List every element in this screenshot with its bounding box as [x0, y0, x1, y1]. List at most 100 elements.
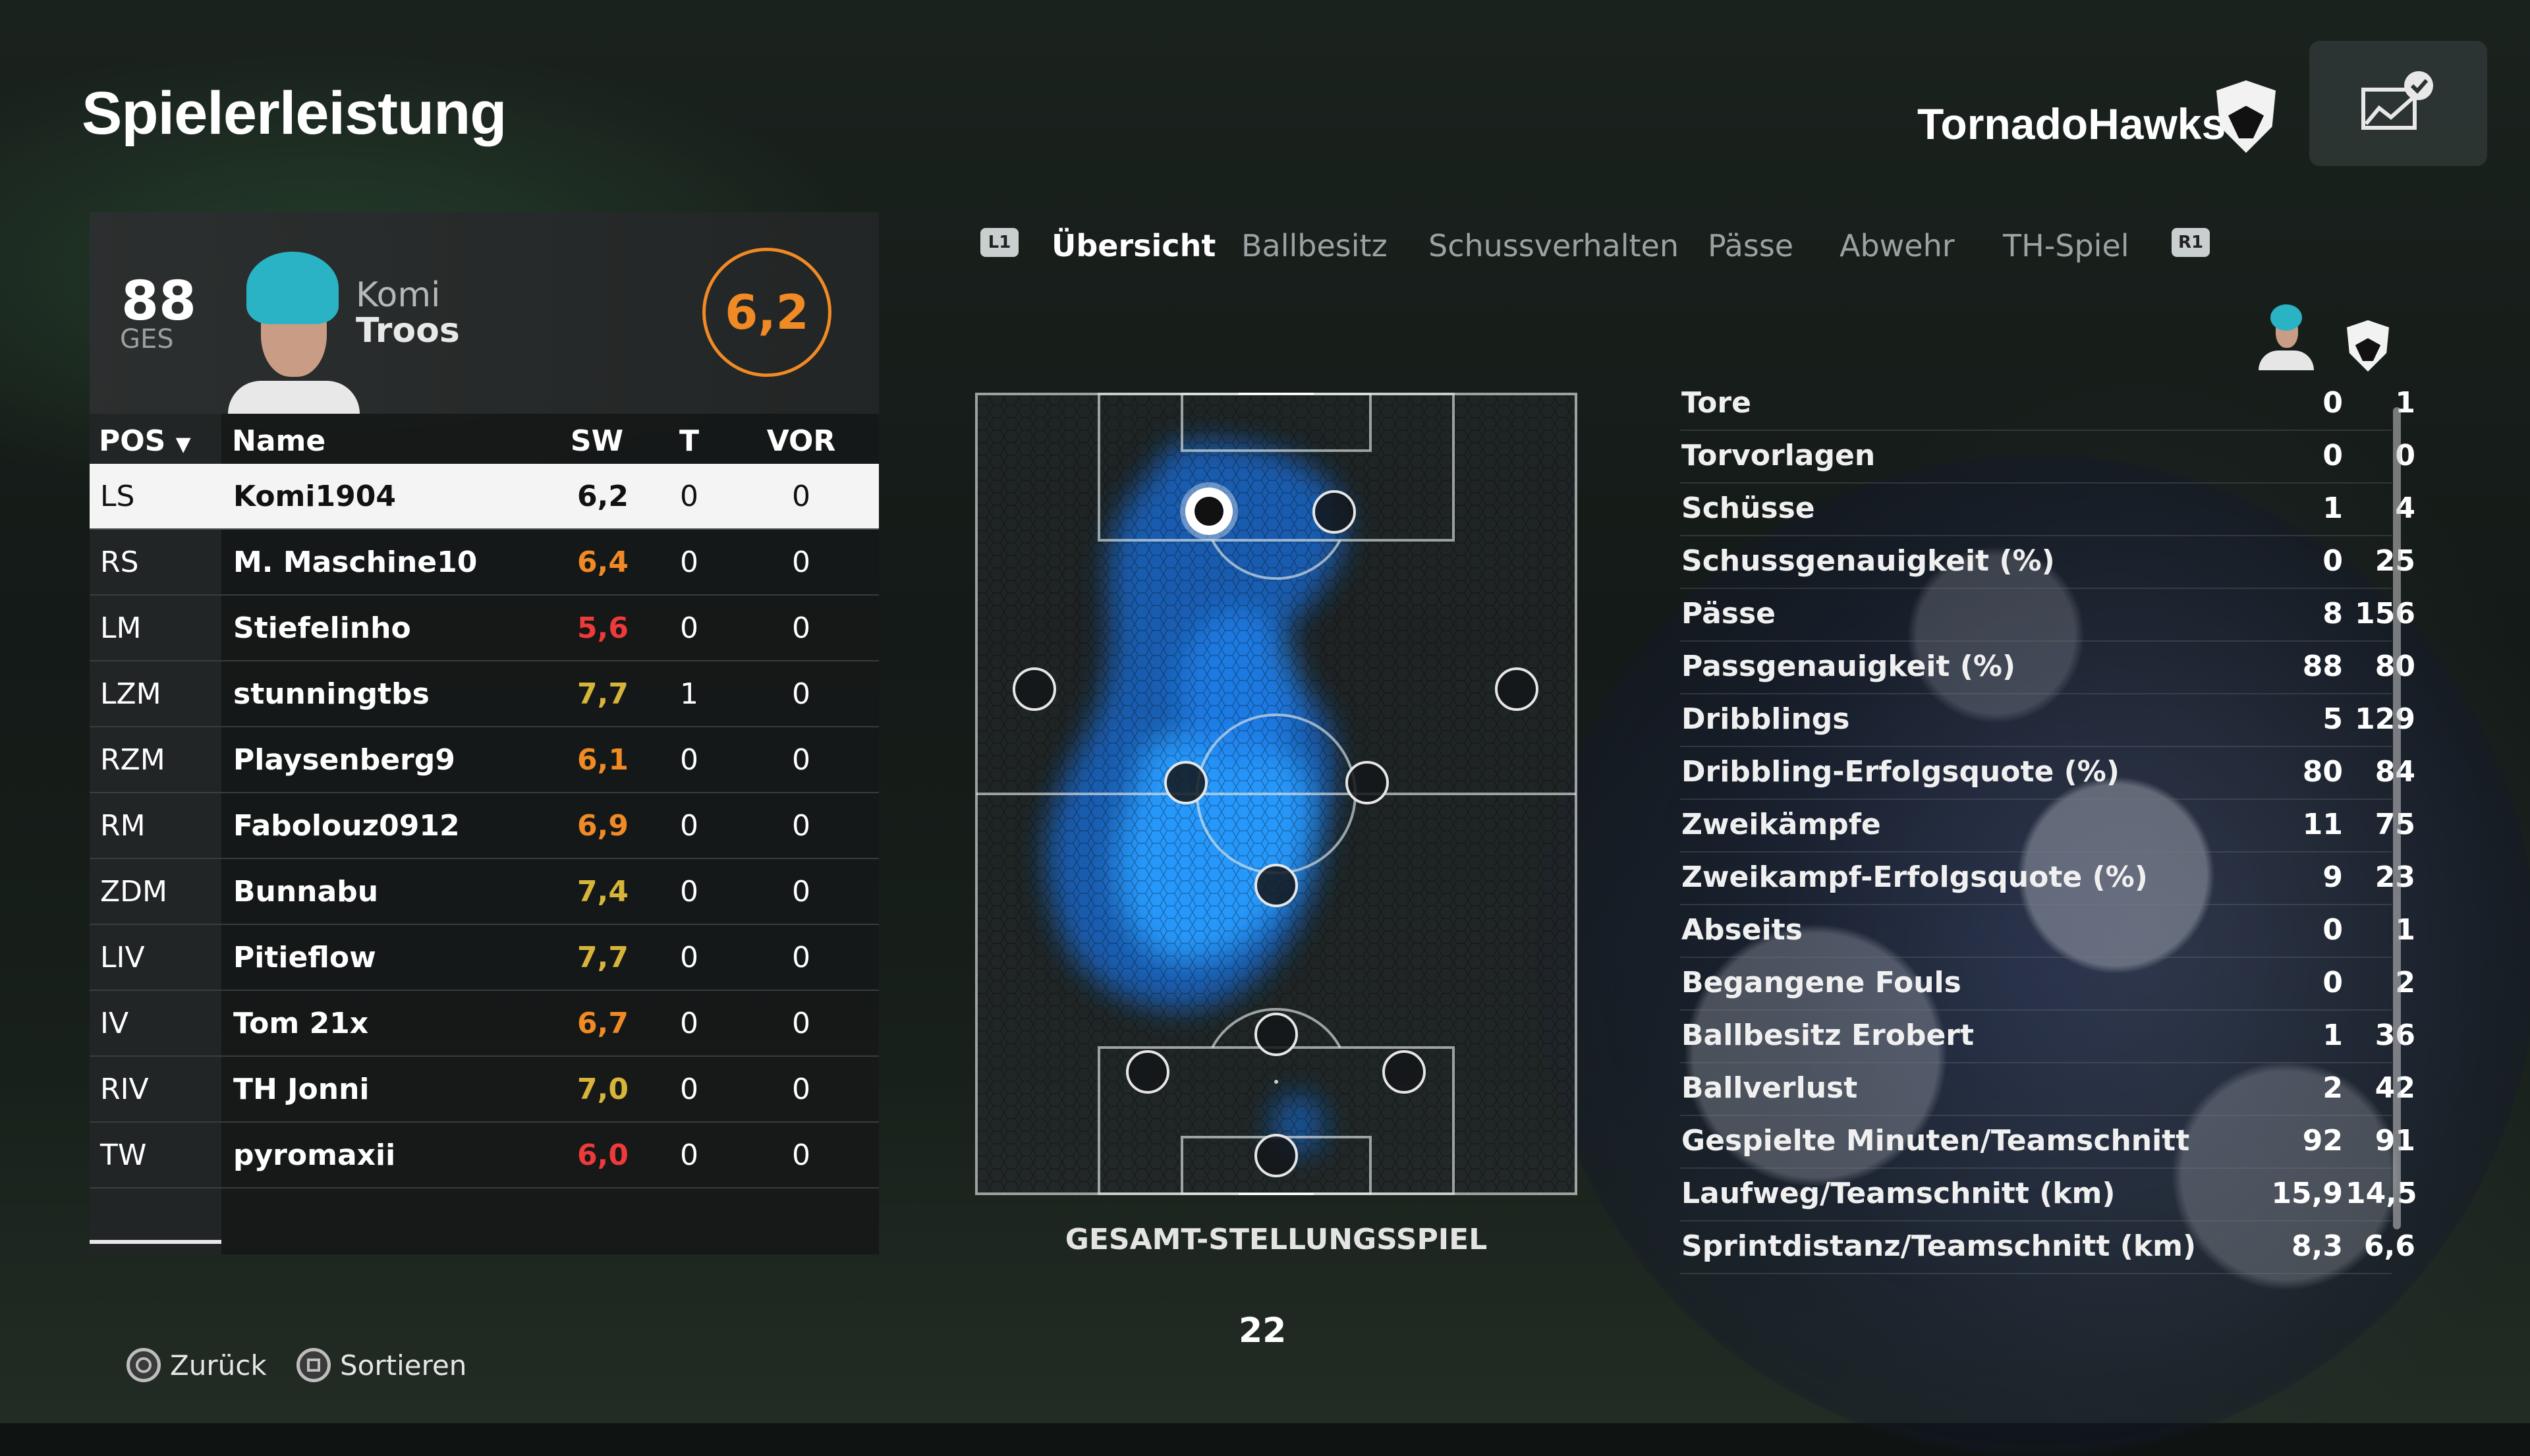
stat-player-value: 15,9: [2271, 1177, 2343, 1210]
table-row[interactable]: RM Fabolouz0912 6,9 0 0: [90, 793, 879, 859]
row-name: Tom 21x: [233, 1007, 369, 1040]
page-number: 22: [1239, 1311, 1287, 1351]
selected-player-card: 88 GES Komi Troos 6,2: [90, 212, 879, 414]
stat-team-value: 42: [2346, 1071, 2415, 1105]
stat-label: Schussgenauigkeit (%): [1681, 544, 2055, 578]
player-avatar: [228, 252, 360, 414]
row-rating: 6,1: [577, 743, 629, 777]
stat-player-value: 0: [2322, 544, 2343, 578]
stats-table: Tore 0 1 Torvorlagen 0 0 Schüsse 1 4 Schussgenaui…: [1680, 378, 2417, 1274]
tab-abwehr[interactable]: Abwehr: [1840, 228, 1955, 264]
stat-row: Sprintdistanz/Teamschnitt (km) 8,3 6,6: [1680, 1221, 2415, 1274]
row-goals: 0: [680, 743, 698, 777]
stat-player-value: 0: [2322, 913, 2343, 947]
row-name: TH Jonni: [233, 1073, 370, 1106]
sw-header: SW: [570, 424, 624, 458]
stat-row: Passgenauigkeit (%) 8880: [1680, 642, 2415, 694]
row-assists: 0: [792, 743, 810, 777]
tab-uebersicht[interactable]: Übersicht: [1052, 228, 1216, 264]
stat-player-value: 0: [2322, 966, 2343, 999]
stat-label: Zweikampf-Erfolgsquote (%): [1681, 860, 2148, 894]
stat-row: Abseits 0 1: [1680, 905, 2415, 958]
row-goals: 1: [680, 677, 698, 711]
row-assists: 0: [792, 1073, 810, 1106]
stat-label: Dribbling-Erfolgsquote (%): [1681, 755, 2120, 789]
row-pos: LZM: [100, 677, 161, 711]
stat-label: Torvorlagen: [1681, 439, 1876, 472]
stat-team-value: 14,5: [2346, 1177, 2417, 1210]
stats-scrollbar[interactable]: [2393, 407, 2401, 1229]
row-goals: 0: [680, 1007, 698, 1040]
stat-player-value: 0: [2322, 439, 2343, 472]
player-match-rating: 6,2: [702, 248, 831, 377]
row-goals: 0: [680, 941, 698, 974]
table-scroll-indicator: [90, 1240, 221, 1244]
back-button[interactable]: Zurück: [126, 1348, 267, 1382]
r1-button-icon[interactable]: R1: [2172, 228, 2210, 257]
stat-team-value: 129: [2355, 702, 2415, 736]
row-rating: 7,4: [577, 875, 629, 909]
row-assists: 0: [792, 1138, 810, 1172]
stat-label: Sprintdistanz/Teamschnitt (km): [1681, 1229, 2197, 1263]
pos-sort-header[interactable]: POS ▼: [99, 424, 191, 458]
row-rating: 6,2: [577, 480, 629, 513]
row-assists: 0: [792, 809, 810, 843]
row-pos: IV: [100, 1007, 129, 1040]
stat-player-value: 88: [2302, 650, 2343, 683]
tab-ballbesitz[interactable]: Ballbesitz: [1241, 228, 1388, 264]
row-name: Stiefelinho: [233, 611, 411, 645]
table-row[interactable]: RS M. Maschine10 6,4 0 0: [90, 530, 879, 596]
stat-player-value: 0: [2322, 386, 2343, 420]
tab-schussverhalten[interactable]: Schussverhalten: [1428, 228, 1679, 264]
row-rating: 5,6: [577, 611, 629, 645]
tab-th-spiel[interactable]: TH-Spiel: [2003, 228, 2129, 264]
row-rating: 6,4: [577, 546, 629, 579]
sort-button[interactable]: Sortieren: [296, 1348, 466, 1382]
stat-player-value: 2: [2322, 1071, 2343, 1105]
player-mini-avatar: [2256, 300, 2315, 373]
tab-paesse[interactable]: Pässe: [1708, 228, 1793, 264]
table-row[interactable]: RZM Playsenberg9 6,1 0 0: [90, 727, 879, 793]
pitch-label: GESAMT-STELLUNGSSPIEL: [1065, 1223, 1488, 1256]
stat-label: Gespielte Minuten/Teamschnitt: [1681, 1124, 2190, 1158]
row-name: M. Maschine10: [233, 546, 478, 579]
row-pos: ZDM: [100, 875, 167, 909]
compare-stats-button[interactable]: [2309, 41, 2487, 166]
stat-team-value: 1: [2395, 386, 2415, 420]
row-goals: 0: [680, 611, 698, 645]
stat-row: Gespielte Minuten/Teamschnitt 9291: [1680, 1116, 2415, 1169]
row-pos: LIV: [100, 941, 145, 974]
stat-player-value: 11: [2302, 808, 2343, 841]
team-name: TornadoHawks: [1917, 99, 2226, 148]
row-goals: 0: [680, 809, 698, 843]
row-assists: 0: [792, 1007, 810, 1040]
stat-team-value: 36: [2346, 1019, 2415, 1052]
row-pos: TW: [100, 1138, 147, 1172]
table-row[interactable]: LS Komi1904 6,2 0 0: [90, 464, 879, 530]
player-first-name: Komi: [356, 275, 441, 315]
row-rating: 6,9: [577, 809, 629, 843]
row-name: pyromaxii: [233, 1138, 396, 1172]
l1-button-icon[interactable]: L1: [980, 228, 1019, 257]
table-row[interactable]: ZDM Bunnabu 7,4 0 0: [90, 859, 879, 925]
table-row[interactable]: IV Tom 21x 6,7 0 0: [90, 991, 879, 1057]
table-row[interactable]: LIV Pitieflow 7,7 0 0: [90, 925, 879, 991]
stat-row: Laufweg/Teamschnitt (km) 15,9 14,5: [1680, 1169, 2417, 1221]
stat-team-value: 0: [2395, 439, 2415, 472]
row-assists: 0: [792, 875, 810, 909]
back-label: Zurück: [170, 1349, 267, 1382]
table-row[interactable]: LZM stunningtbs 7,7 1 0: [90, 661, 879, 727]
row-name: Bunnabu: [233, 875, 379, 909]
table-row[interactable]: RIV TH Jonni 7,0 0 0: [90, 1057, 879, 1123]
stat-player-value: 8: [2322, 597, 2343, 630]
player-last-name: Troos: [356, 311, 460, 350]
stat-label: Abseits: [1681, 913, 1803, 947]
stat-team-value: 25: [2346, 544, 2415, 578]
stat-label: Dribblings: [1681, 702, 1850, 736]
row-assists: 0: [792, 941, 810, 974]
stat-player-value: 1: [2322, 491, 2343, 525]
t-header: T: [679, 424, 699, 458]
table-row[interactable]: LM Stiefelinho 5,6 0 0: [90, 596, 879, 661]
row-name: Komi1904: [233, 480, 396, 513]
table-row[interactable]: TW pyromaxii 6,0 0 0: [90, 1123, 879, 1189]
